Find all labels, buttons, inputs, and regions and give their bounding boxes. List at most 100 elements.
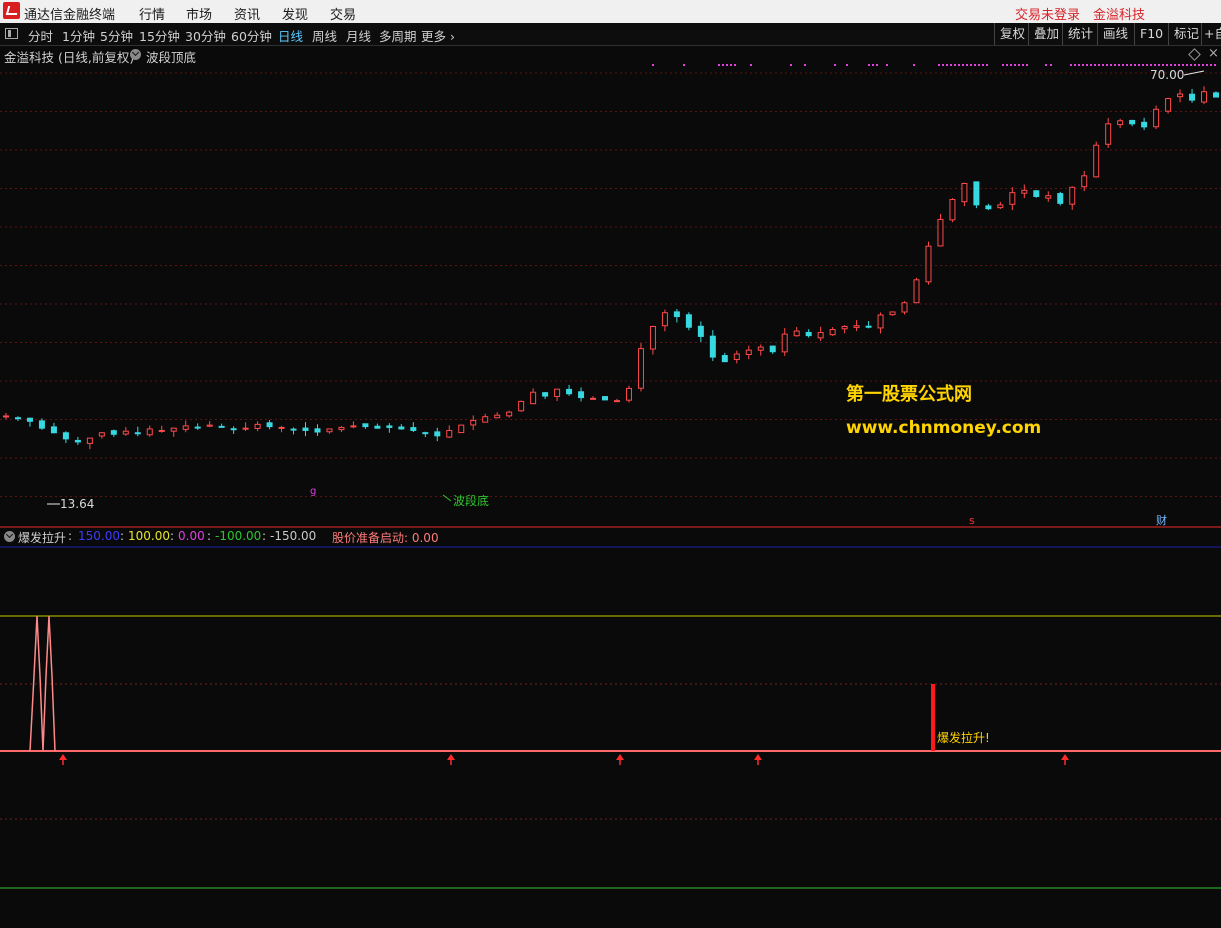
login-status[interactable]: 交易未登录 bbox=[1015, 4, 1080, 23]
candle-body bbox=[613, 400, 620, 403]
period-daily[interactable]: 日线 bbox=[278, 26, 303, 45]
candle-body bbox=[637, 348, 644, 389]
candlestick-svg: 70.00 13.64 波段底 g s 财 第一股票公式网 www.chnmon… bbox=[0, 64, 1221, 527]
signal-dot bbox=[1126, 64, 1128, 66]
signal-dot bbox=[1174, 64, 1176, 66]
signal-dot bbox=[1070, 64, 1072, 66]
period-15min[interactable]: 15分钟 bbox=[139, 26, 180, 45]
signal-dot bbox=[1118, 64, 1120, 66]
indicator-dropdown-icon[interactable] bbox=[130, 49, 141, 60]
sub-indicator-chart[interactable]: 爆发拉升! bbox=[0, 546, 1221, 925]
candle-body bbox=[889, 311, 896, 316]
menu-shichang[interactable]: 市场 bbox=[186, 4, 212, 23]
candle-body bbox=[170, 427, 177, 432]
candle-body bbox=[793, 330, 800, 337]
period-60min[interactable]: 60分钟 bbox=[231, 26, 272, 45]
marker-s: s bbox=[969, 514, 975, 526]
biaoji-button[interactable]: 标记 bbox=[1168, 23, 1204, 45]
value-0: 0.00 bbox=[178, 529, 205, 543]
candle-body bbox=[602, 396, 609, 401]
period-weekly[interactable]: 周线 bbox=[312, 26, 337, 45]
candle-body bbox=[482, 416, 489, 423]
candle-body bbox=[853, 325, 860, 328]
sub-indicator-dropdown-icon[interactable] bbox=[4, 531, 15, 542]
period-1min[interactable]: 1分钟 bbox=[62, 26, 95, 45]
candle-body bbox=[110, 430, 117, 435]
signal-dot bbox=[1026, 64, 1028, 66]
signal-dot bbox=[938, 64, 940, 66]
signal-dot bbox=[1094, 64, 1096, 66]
signal-dot bbox=[1150, 64, 1152, 66]
candle-body bbox=[781, 333, 788, 353]
signal-dot bbox=[1170, 64, 1172, 66]
candle-body bbox=[1069, 186, 1076, 205]
candle-body bbox=[134, 432, 141, 435]
fuquan-button[interactable]: 复权 bbox=[994, 23, 1030, 45]
diejia-button[interactable]: 叠加 bbox=[1028, 23, 1064, 45]
low-price-label: 13.64 bbox=[60, 497, 94, 511]
candle-body bbox=[997, 204, 1004, 209]
period-more[interactable]: 更多 › bbox=[421, 26, 455, 45]
signal-dot bbox=[1045, 64, 1047, 66]
candle-body bbox=[554, 388, 561, 397]
candle-body bbox=[302, 427, 309, 431]
signal-dot bbox=[1214, 64, 1216, 66]
signal-dot bbox=[1006, 64, 1008, 66]
signal-dot bbox=[1022, 64, 1024, 66]
signal-dot bbox=[1202, 64, 1204, 66]
candle-body bbox=[146, 428, 153, 436]
diamond-icon[interactable] bbox=[1188, 48, 1201, 61]
candle-body bbox=[350, 425, 357, 428]
candle-body bbox=[913, 279, 920, 304]
main-candlestick-chart[interactable]: 70.00 13.64 波段底 g s 财 第一股票公式网 www.chnmon… bbox=[0, 63, 1221, 527]
candle-body bbox=[1213, 92, 1219, 98]
candle-body bbox=[578, 391, 585, 399]
candle-body bbox=[961, 182, 968, 203]
add-self-button[interactable]: +自 bbox=[1201, 23, 1221, 45]
candle-body bbox=[446, 429, 453, 438]
period-5min[interactable]: 5分钟 bbox=[100, 26, 133, 45]
candle-body bbox=[685, 314, 692, 328]
panel-toggle-icon[interactable] bbox=[5, 28, 18, 39]
signal-dot bbox=[886, 64, 888, 66]
candle-body bbox=[278, 426, 285, 429]
candle-body bbox=[206, 424, 213, 427]
signal-dot bbox=[1010, 64, 1012, 66]
signal-text: 爆发拉升! bbox=[937, 730, 990, 745]
menu-hangqing[interactable]: 行情 bbox=[139, 4, 165, 23]
period-fenshi[interactable]: 分时 bbox=[28, 26, 53, 45]
period-monthly[interactable]: 月线 bbox=[346, 26, 371, 45]
candle-body bbox=[374, 425, 381, 429]
menu-jiaoyi[interactable]: 交易 bbox=[330, 4, 356, 23]
signal-dot bbox=[1018, 64, 1020, 66]
candle-body bbox=[314, 428, 321, 433]
value-150: 150.00 bbox=[78, 529, 120, 543]
period-multi[interactable]: 多周期 bbox=[379, 26, 417, 45]
tongji-button[interactable]: 统计 bbox=[1062, 23, 1098, 45]
huaxian-button[interactable]: 画线 bbox=[1097, 23, 1133, 45]
candle-body bbox=[877, 314, 884, 329]
candle-body bbox=[1081, 175, 1088, 188]
close-icon[interactable]: × bbox=[1208, 46, 1219, 61]
menu-faxian[interactable]: 发现 bbox=[282, 4, 308, 23]
signal-dot bbox=[954, 64, 956, 66]
account-name[interactable]: 金溢科技 bbox=[1093, 4, 1145, 23]
signal-dot bbox=[834, 64, 836, 66]
sub-indicator-name[interactable]: 爆发拉升 bbox=[18, 529, 66, 546]
signal-dot bbox=[1206, 64, 1208, 66]
candle-body bbox=[338, 426, 345, 431]
f10-button[interactable]: F10 bbox=[1134, 23, 1168, 45]
candle-body bbox=[242, 427, 249, 430]
signal-dot bbox=[1178, 64, 1180, 66]
candle-body bbox=[530, 391, 537, 405]
candle-body bbox=[709, 335, 716, 358]
signal-dot bbox=[1074, 64, 1076, 66]
period-30min[interactable]: 30分钟 bbox=[185, 26, 226, 45]
candle-body bbox=[1141, 121, 1148, 128]
menu-zixun[interactable]: 资讯 bbox=[234, 4, 260, 23]
candle-body bbox=[62, 432, 69, 440]
signal-dot bbox=[876, 64, 878, 66]
candle-body bbox=[817, 332, 824, 339]
candle-body bbox=[805, 331, 812, 337]
candle-body bbox=[542, 392, 549, 397]
